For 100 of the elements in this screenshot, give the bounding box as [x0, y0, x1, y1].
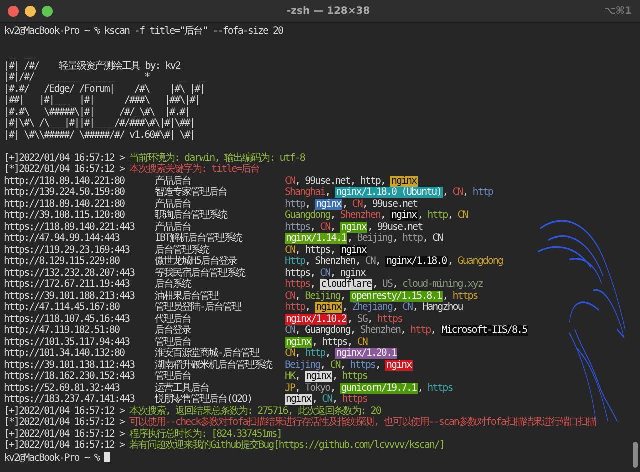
url-text: http://47.94.99.144:443: [4, 233, 120, 244]
server-tag: nginx/1.18.0: [385, 256, 448, 267]
scrollbar-thumb[interactable]: [633, 442, 638, 468]
log-prefix: [+]2022/01/04 16:57:12 >: [4, 152, 126, 164]
window-title: -zsh — 128×38: [286, 6, 372, 16]
tag-text: Shanghai: [285, 187, 326, 198]
tag-text: nginx: [340, 268, 366, 278]
tag-text: Beijing: [285, 360, 320, 370]
tag-text: CN: [285, 176, 296, 186]
tag-text: 99use.net: [305, 176, 350, 186]
site-title-text: 运营工具后台: [155, 382, 210, 394]
server-tag: nginx: [340, 244, 368, 256]
site-title-text: 代理后台: [155, 314, 192, 324]
site-title-text: 产品后台: [155, 222, 192, 232]
tag-text: CN: [285, 290, 296, 302]
tag-text: Shenzhen: [340, 210, 380, 221]
tag-text: https: [452, 290, 478, 302]
tag-text: https: [285, 279, 310, 290]
comma-separator: ,: [350, 325, 356, 336]
site-title-text: IBT解析后台管理系统: [155, 233, 244, 244]
shortcut-label: ⌥⌘1: [604, 6, 632, 16]
url-text: http://139.224.50.159:80: [4, 187, 126, 198]
site-title-text: 等我民宿后台管理系统: [155, 268, 246, 278]
comma-separator: ,: [310, 279, 316, 290]
server-tag: nginx/1.14.1: [285, 233, 348, 244]
tag-text: http: [402, 233, 423, 244]
site-title-text: 管理后台: [155, 371, 192, 382]
url-text: http://47.119.182.51:80: [4, 325, 120, 336]
url-text: http://39.108.115.120:80: [4, 210, 126, 222]
ascii-art-line: |#|/#/ _____ _____ * _ _: [4, 72, 206, 84]
url-text: https://18.162.230.152:443: [4, 371, 136, 382]
comma-separator: ,: [340, 360, 346, 370]
tag-text: CN: [285, 348, 296, 359]
comma-separator: ,: [367, 314, 372, 324]
tag-text: CN: [320, 222, 330, 232]
comma-separator: ,: [347, 233, 354, 244]
url-text: https://52.69.81.32:443: [4, 382, 120, 394]
log-prefix: [+]2022/01/04 16:57:12 >: [4, 428, 126, 440]
tag-text: https: [377, 314, 402, 324]
comma-separator: ,: [418, 382, 424, 394]
log-message: 本次搜索关键字为: title=后台: [130, 164, 260, 175]
server-tag: nginx: [390, 210, 418, 221]
tag-text: SG: [357, 314, 368, 324]
server-tag: nginx/1.10.2: [285, 314, 348, 324]
site-title-text: 后台登录: [155, 325, 192, 336]
comma-separator: ,: [305, 198, 310, 210]
comma-separator: ,: [332, 394, 338, 405]
close-button[interactable]: [8, 6, 19, 16]
log-message: 若有问题欢迎来我的Github提交Bug[https://github.com/lcvvvv/kscan/]: [130, 440, 444, 451]
server-tag: cloudflare: [320, 279, 372, 290]
tag-text: cloud-mining.xyz: [402, 279, 483, 290]
tag-text: http: [410, 325, 431, 336]
server-tag: nginx: [305, 371, 332, 382]
comma-separator: ,: [295, 244, 302, 256]
site-title-text: 后台系统: [155, 279, 192, 290]
comma-separator: ,: [340, 290, 346, 302]
comma-separator: ,: [367, 222, 374, 232]
comma-separator: ,: [305, 302, 312, 313]
tag-text: US: [382, 279, 392, 290]
tag-text: Shenzhen: [315, 256, 356, 267]
log-prefix: [*]2022/01/04 16:57:12 >: [4, 417, 126, 428]
url-text: http://8.129.115.229:80: [4, 256, 120, 268]
comma-separator: ,: [342, 198, 348, 210]
tag-text: https: [285, 268, 310, 278]
ascii-art-line: |#| /#/ 轻量级资产测绘工具 by: kv2: [4, 60, 182, 72]
tag-text: 99use.net: [377, 222, 423, 232]
site-title-text: 淮安百源堂商城-后台管理: [155, 348, 261, 360]
ascii-art-line: |#| \#\\#####/ \#####/#/ v1.60#\#| \#|: [4, 130, 196, 141]
maximize-button[interactable]: [42, 6, 53, 16]
ascii-art-line: _ __: [8, 49, 36, 60]
comma-separator: ,: [392, 279, 398, 290]
ascii-art-line: |#.#\ \#####\|#| /#/_\#\ |#.#|: [4, 106, 190, 118]
tag-text: CN: [322, 394, 332, 405]
comma-separator: ,: [310, 222, 316, 232]
tag-text: Zhejiang: [352, 302, 392, 313]
tag-text: Guangdong: [305, 325, 350, 336]
tag-text: https: [285, 222, 310, 232]
tag-text: HK: [285, 371, 296, 382]
site-title-text: 职询后台管理系统: [155, 210, 228, 222]
comma-separator: ,: [412, 302, 419, 313]
comma-separator: ,: [362, 198, 368, 210]
comma-separator: ,: [295, 176, 302, 186]
tag-text: CN: [352, 198, 362, 210]
ascii-art-line: |#|\#\ /\___|#||#|____/#/###\#\|#|\##|: [4, 118, 196, 130]
tag-text: JP: [285, 382, 296, 394]
tag-text: CN: [452, 187, 463, 198]
server-tag: nginx/1.18.0 (Ubuntu): [335, 187, 443, 198]
tag-text: https: [342, 371, 368, 382]
site-title-text: 悦朋零售管理后台(O2O): [155, 394, 254, 406]
url-text: http://118.89.140.221:80: [4, 176, 126, 186]
tag-text: https: [350, 360, 376, 370]
log-message: 可以使用--check参数对fofa扫描结果进行存活性及指纹探测, 也可以使用--scan参数对fofa扫描结果进行端口扫描: [130, 417, 596, 428]
log-message: 本次搜索, 返回结果总条数为: 275716, 此次返回条数为: 20: [130, 406, 381, 416]
tag-text: https: [322, 336, 348, 348]
comma-separator: ,: [400, 325, 407, 336]
comma-separator: ,: [332, 371, 338, 382]
server-tag: nginx: [315, 302, 342, 313]
comma-separator: ,: [325, 187, 332, 198]
minimize-button[interactable]: [25, 6, 36, 16]
tag-text: https: [305, 244, 330, 256]
